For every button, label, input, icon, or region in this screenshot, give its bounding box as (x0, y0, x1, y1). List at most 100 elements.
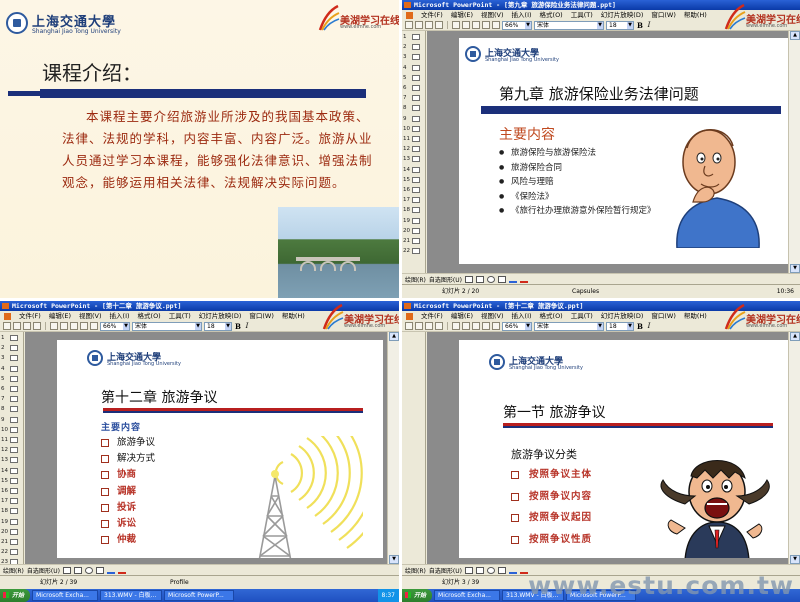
menu-file[interactable]: 文件(F) (421, 311, 443, 321)
scroll-down-icon[interactable]: ▼ (790, 555, 800, 564)
save-icon[interactable] (425, 322, 433, 330)
textbox-icon[interactable] (497, 275, 506, 283)
chart-icon[interactable] (492, 322, 500, 330)
copy-icon[interactable] (462, 21, 470, 29)
outline-slide-row[interactable]: 1 (1, 334, 23, 342)
taskbar-item[interactable]: Microsoft Excha... (32, 590, 99, 601)
line-icon[interactable] (464, 566, 473, 574)
menu-tools[interactable]: 工具(T) (169, 311, 191, 321)
outline-slide-row[interactable]: 20 (403, 227, 425, 235)
zoom-select[interactable]: 66% ▼ (502, 20, 532, 30)
outline-slide-row[interactable]: 17 (403, 196, 425, 204)
outline-slide-row[interactable]: 19 (403, 217, 425, 225)
doc-menu-icon[interactable] (406, 12, 413, 19)
taskbar-item[interactable]: Microsoft PowerP... (164, 590, 235, 601)
outline-slide-row[interactable]: 9 (1, 416, 23, 424)
font-color-icon[interactable] (519, 567, 528, 574)
autoshape-menu[interactable]: 自选图形(U) (429, 566, 462, 575)
menu-file[interactable]: 文件(F) (19, 311, 41, 321)
undo-icon[interactable] (80, 322, 88, 330)
outline-slide-row[interactable]: 19 (1, 518, 23, 526)
menu-slideshow[interactable]: 幻灯片放映(D) (601, 10, 644, 20)
outline-slide-row[interactable]: 3 (403, 53, 425, 61)
outline-slide-row[interactable]: 11 (1, 436, 23, 444)
outline-slide-row[interactable]: 21 (403, 237, 425, 245)
outline-slide-row[interactable]: 21 (1, 538, 23, 546)
taskbar-item[interactable]: Microsoft Excha... (434, 590, 501, 601)
cut-icon[interactable] (452, 322, 460, 330)
start-button[interactable]: 开始 (402, 589, 433, 602)
menu-window[interactable]: 窗口(W) (249, 311, 274, 321)
menu-help[interactable]: 帮助(H) (684, 10, 707, 20)
font-select[interactable]: 宋体 ▼ (534, 321, 604, 331)
outline-slide-row[interactable]: 13 (403, 155, 425, 163)
font-select[interactable]: 宋体 ▼ (132, 321, 202, 331)
autoshape-menu[interactable]: 自选图形(U) (429, 275, 462, 284)
open-icon[interactable] (415, 21, 423, 29)
menu-edit[interactable]: 编辑(E) (49, 311, 71, 321)
menu-help[interactable]: 帮助(H) (282, 311, 305, 321)
print-icon[interactable] (435, 21, 443, 29)
menu-view[interactable]: 视图(V) (481, 311, 504, 321)
menu-format[interactable]: 格式(O) (138, 311, 161, 321)
outline-slide-row[interactable]: 10 (403, 125, 425, 133)
copy-icon[interactable] (60, 322, 68, 330)
oval-icon[interactable] (486, 275, 495, 283)
outline-slide-row[interactable]: 8 (1, 405, 23, 413)
outline-slide-row[interactable]: 14 (403, 166, 425, 174)
undo-icon[interactable] (482, 21, 490, 29)
font-color-icon[interactable] (117, 567, 126, 574)
italic-button[interactable]: I (646, 21, 652, 29)
menu-view[interactable]: 视图(V) (481, 10, 504, 20)
rectangle-icon[interactable] (73, 566, 82, 574)
menu-insert[interactable]: 插入(I) (512, 10, 532, 20)
menu-tools[interactable]: 工具(T) (571, 10, 593, 20)
fill-color-icon[interactable] (508, 567, 517, 574)
bold-button[interactable]: B (234, 322, 242, 331)
outline-slide-row[interactable]: 3 (1, 354, 23, 362)
textbox-icon[interactable] (497, 566, 506, 574)
fill-color-icon[interactable] (106, 567, 115, 574)
menu-format[interactable]: 格式(O) (540, 10, 563, 20)
menu-file[interactable]: 文件(F) (421, 10, 443, 20)
bold-button[interactable]: B (636, 21, 644, 30)
font-size-select[interactable]: 18 ▼ (606, 20, 634, 30)
scroll-up-icon[interactable]: ▲ (790, 332, 800, 341)
scroll-up-icon[interactable]: ▲ (389, 332, 399, 341)
outline-slide-row[interactable]: 10 (1, 426, 23, 434)
outline-slide-row[interactable]: 7 (403, 94, 425, 102)
outline-slide-row[interactable]: 20 (1, 528, 23, 536)
outline-slide-row[interactable]: 2 (1, 344, 23, 352)
rectangle-icon[interactable] (475, 275, 484, 283)
outline-slide-row[interactable]: 14 (1, 467, 23, 475)
font-size-select[interactable]: 18 ▼ (606, 321, 634, 331)
doc-menu-icon[interactable] (4, 313, 11, 320)
outline-slide-row[interactable]: 16 (1, 487, 23, 495)
outline-slide-row[interactable]: 17 (1, 497, 23, 505)
outline-slide-row[interactable]: 6 (1, 385, 23, 393)
doc-menu-icon[interactable] (406, 313, 413, 320)
outline-slide-row[interactable]: 15 (403, 176, 425, 184)
print-icon[interactable] (33, 322, 41, 330)
start-button[interactable]: 开始 (0, 589, 31, 602)
outline-slide-row[interactable]: 2 (403, 43, 425, 51)
zoom-select[interactable]: 66% ▼ (100, 321, 130, 331)
outline-slide-row[interactable]: 9 (403, 115, 425, 123)
save-icon[interactable] (425, 21, 433, 29)
menu-slideshow[interactable]: 幻灯片放映(D) (199, 311, 242, 321)
bold-button[interactable]: B (636, 322, 644, 331)
vertical-scrollbar[interactable]: ▲ ▼ (387, 332, 399, 564)
paste-icon[interactable] (472, 322, 480, 330)
zoom-select[interactable]: 66% ▼ (502, 321, 532, 331)
paste-icon[interactable] (472, 21, 480, 29)
menu-format[interactable]: 格式(O) (540, 311, 563, 321)
new-icon[interactable] (405, 322, 413, 330)
font-color-icon[interactable] (519, 276, 528, 283)
paste-icon[interactable] (70, 322, 78, 330)
outline-slide-row[interactable]: 11 (403, 135, 425, 143)
copy-icon[interactable] (462, 322, 470, 330)
line-icon[interactable] (62, 566, 71, 574)
outline-slide-row[interactable]: 13 (1, 456, 23, 464)
italic-button[interactable]: I (244, 322, 250, 330)
new-icon[interactable] (3, 322, 11, 330)
